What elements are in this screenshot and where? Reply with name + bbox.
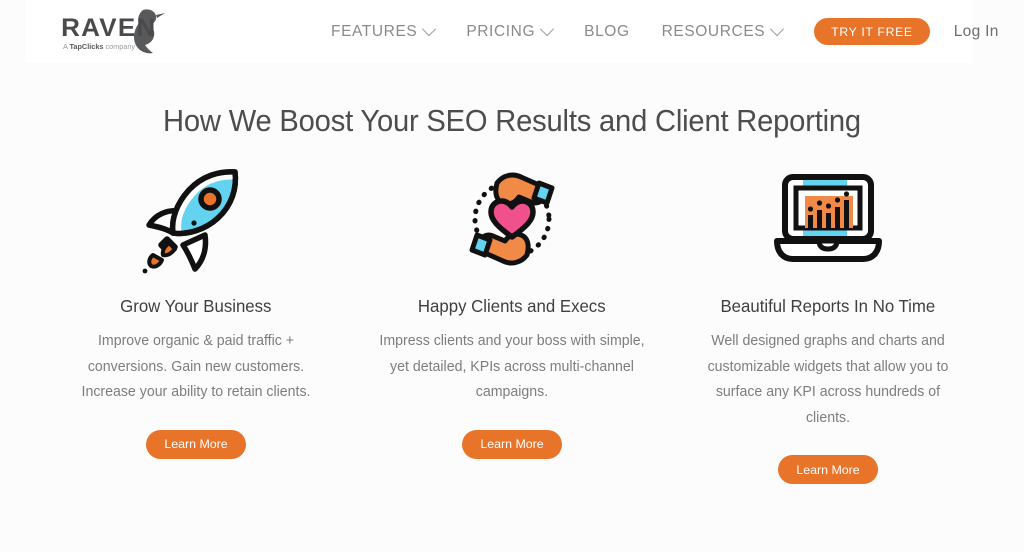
- nav-item-resources[interactable]: RESOURCES: [646, 21, 799, 41]
- feature-cards: Grow Your Business Improve organic & pai…: [48, 160, 976, 484]
- nav-item-pricing-label: PRICING: [466, 22, 536, 40]
- feature-card-grow-your-business: Grow Your Business Improve organic & pai…: [48, 160, 344, 484]
- nav-item-blog[interactable]: BLOG: [568, 23, 645, 41]
- nav-item-features[interactable]: FEATURES: [315, 21, 450, 41]
- chevron-down-icon: [422, 21, 437, 36]
- try-it-free-button[interactable]: TRY IT FREE: [814, 18, 930, 45]
- feature-card-beautiful-reports-in-no-time: Beautiful Reports In No Time Well design…: [680, 160, 976, 484]
- card-body: Improve organic & paid traffic + convers…: [81, 333, 311, 400]
- hands-heart-icon: [453, 160, 571, 278]
- learn-more-button[interactable]: Learn More: [462, 429, 562, 459]
- nav-item-features-label: FEATURES: [331, 22, 418, 40]
- card-body: Impress clients and your boss with simpl…: [379, 333, 645, 400]
- learn-more-button[interactable]: Learn More: [146, 429, 246, 459]
- feature-card-happy-clients-and-execs: Happy Clients and Execs Impress clients …: [364, 160, 660, 484]
- primary-navigation: FEATURES PRICING BLOG RESOURCES TRY IT F…: [315, 0, 999, 63]
- rocket-icon: [137, 160, 255, 278]
- learn-more-button[interactable]: Learn More: [778, 455, 878, 484]
- card-title: Beautiful Reports In No Time: [720, 296, 936, 316]
- card-body: Well designed graphs and charts and cust…: [707, 333, 949, 426]
- nav-item-pricing[interactable]: PRICING: [450, 21, 568, 41]
- logo-tagline: A TapClicks company: [63, 42, 135, 51]
- nav-item-blog-label: BLOG: [584, 22, 630, 40]
- raven-logo[interactable]: RAVEN A TapClicks company: [57, 6, 177, 56]
- chevron-down-icon: [770, 21, 785, 36]
- card-title: Happy Clients and Execs: [418, 296, 606, 316]
- site-header: RAVEN A TapClicks company FEATURES PRICI…: [25, 0, 998, 63]
- card-title: Grow Your Business: [120, 296, 272, 316]
- chevron-down-icon: [540, 21, 555, 36]
- logo-wordmark: RAVEN: [61, 14, 156, 41]
- laptop-chart-icon: [769, 160, 887, 278]
- page-title: How We Boost Your SEO Results and Client…: [163, 102, 861, 138]
- log-in-link[interactable]: Log In: [954, 23, 999, 41]
- nav-item-resources-label: RESOURCES: [661, 22, 766, 40]
